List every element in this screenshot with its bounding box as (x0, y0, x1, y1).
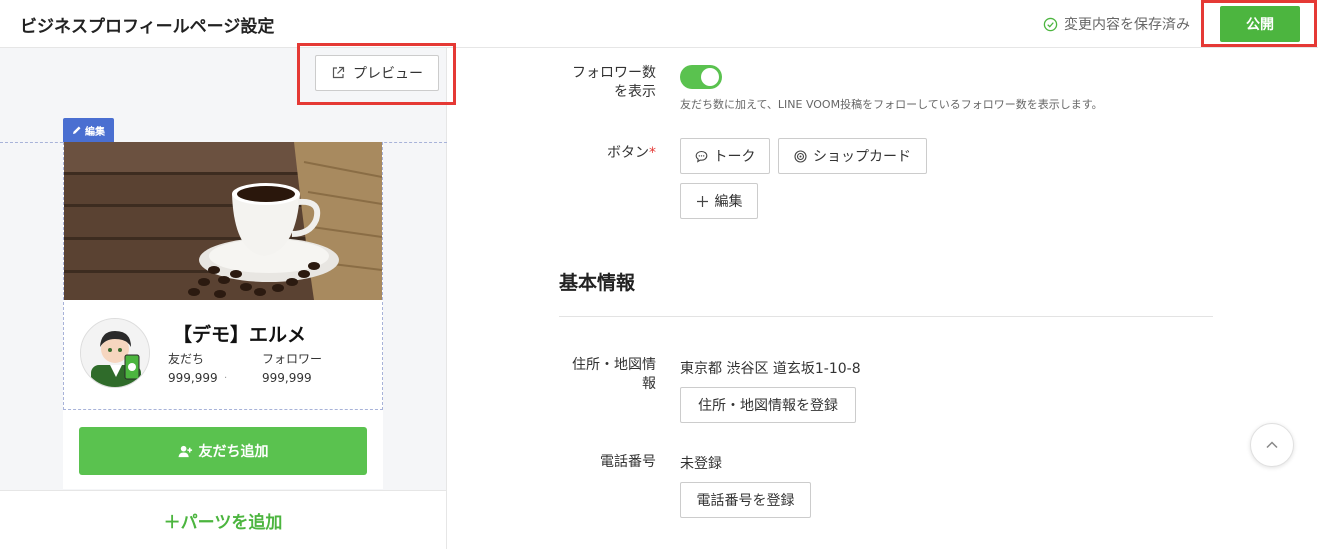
buttons-label-text: ボタン (607, 145, 649, 161)
followers-label: フォロワー (262, 352, 323, 366)
friends-count: 999,999 (168, 371, 218, 385)
follower-count-label-line1: フォロワー数 (572, 65, 656, 81)
add-parts-button[interactable]: ＋パーツを追加 (0, 490, 446, 549)
settings-panel: フォロワー数 を表示 友だち数に加えて、LINE VOOM投稿をフォローしている… (447, 48, 1318, 549)
follower-count-toggle[interactable] (680, 65, 722, 89)
register-address-button[interactable]: 住所・地図情報を登録 (680, 387, 856, 423)
publish-highlight: 公開 (1201, 0, 1317, 47)
follower-count-label-line2: を表示 (614, 84, 656, 100)
phone-label: 電話番号 (600, 454, 656, 470)
saved-status-text: 変更内容を保存済み (1064, 17, 1190, 33)
preview-highlight: プレビュー (297, 43, 456, 105)
followers-stat: フォロワー 999,999 (262, 350, 322, 385)
edit-tag-label: 編集 (85, 126, 105, 138)
friends-label: 友だち (168, 352, 205, 366)
profile-header-block[interactable]: 【デモ】エルメ 友だち 999,999 · フォロワー 999,999 (63, 142, 383, 410)
edit-buttons-button[interactable]: 編集 (680, 183, 758, 219)
talk-button-label: トーク (713, 148, 756, 164)
address-label: 住所・地図情 報 (447, 356, 656, 394)
friends-stat: 友だち 999,999 (168, 350, 218, 385)
account-avatar (80, 318, 150, 388)
basic-info-title: 基本情報 (559, 272, 636, 294)
add-user-icon (177, 445, 192, 457)
account-name: 【デモ】エルメ (173, 324, 307, 346)
phone-value: 未登録 (680, 456, 722, 472)
talk-button[interactable]: トーク (680, 138, 770, 174)
scroll-to-top-button[interactable] (1250, 423, 1294, 467)
follower-count-help: 友だち数に加えて、LINE VOOM投稿をフォローしているフォロワー数を表示しま… (680, 98, 1103, 111)
stat-separator: · (224, 373, 228, 384)
top-header: ビジネスプロフィールページ設定 変更内容を保存済み 公開 (0, 0, 1318, 48)
saved-status: 変更内容を保存済み (1043, 14, 1190, 34)
preview-button[interactable]: プレビュー (315, 55, 439, 91)
preview-label: プレビュー (353, 65, 423, 81)
page-title: ビジネスプロフィールページ設定 (20, 17, 275, 37)
cover-image (64, 142, 382, 300)
check-circle-icon (1043, 17, 1058, 31)
add-friend-label: 友だち追加 (198, 443, 269, 459)
followers-count: 999,999 (262, 371, 312, 385)
chevron-up-icon (1266, 441, 1278, 449)
external-link-icon (332, 66, 345, 79)
address-label-line2: 報 (642, 376, 656, 392)
address-value: 東京都 渋谷区 道玄坂1-10-8 (680, 361, 861, 377)
pencil-icon (73, 126, 81, 134)
edit-tag[interactable]: 編集 (63, 118, 114, 142)
register-phone-button[interactable]: 電話番号を登録 (680, 482, 811, 518)
shopcard-button[interactable]: ショップカード (778, 138, 927, 174)
follower-count-label: フォロワー数 を表示 (447, 64, 656, 102)
shopcard-button-label: ショップカード (813, 148, 911, 164)
preview-panel: プレビュー 編集 【デモ】エルメ 友だち 999,999 · フォロワー 999… (0, 43, 456, 549)
toggle-knob (701, 68, 719, 86)
plus-icon (696, 195, 708, 207)
address-label-line1: 住所・地図情 (572, 357, 656, 373)
edit-buttons-label: 編集 (714, 193, 743, 209)
shop-card-icon (794, 149, 807, 163)
buttons-label: ボタン* (447, 144, 656, 163)
profile-card: 【デモ】エルメ 友だち 999,999 · フォロワー 999,999 友だち追… (63, 142, 383, 489)
section-divider (559, 316, 1213, 317)
add-friend-button[interactable]: 友だち追加 (79, 427, 367, 475)
chat-bubble-icon (695, 150, 707, 163)
publish-button[interactable]: 公開 (1220, 6, 1300, 42)
required-mark: * (649, 145, 656, 161)
